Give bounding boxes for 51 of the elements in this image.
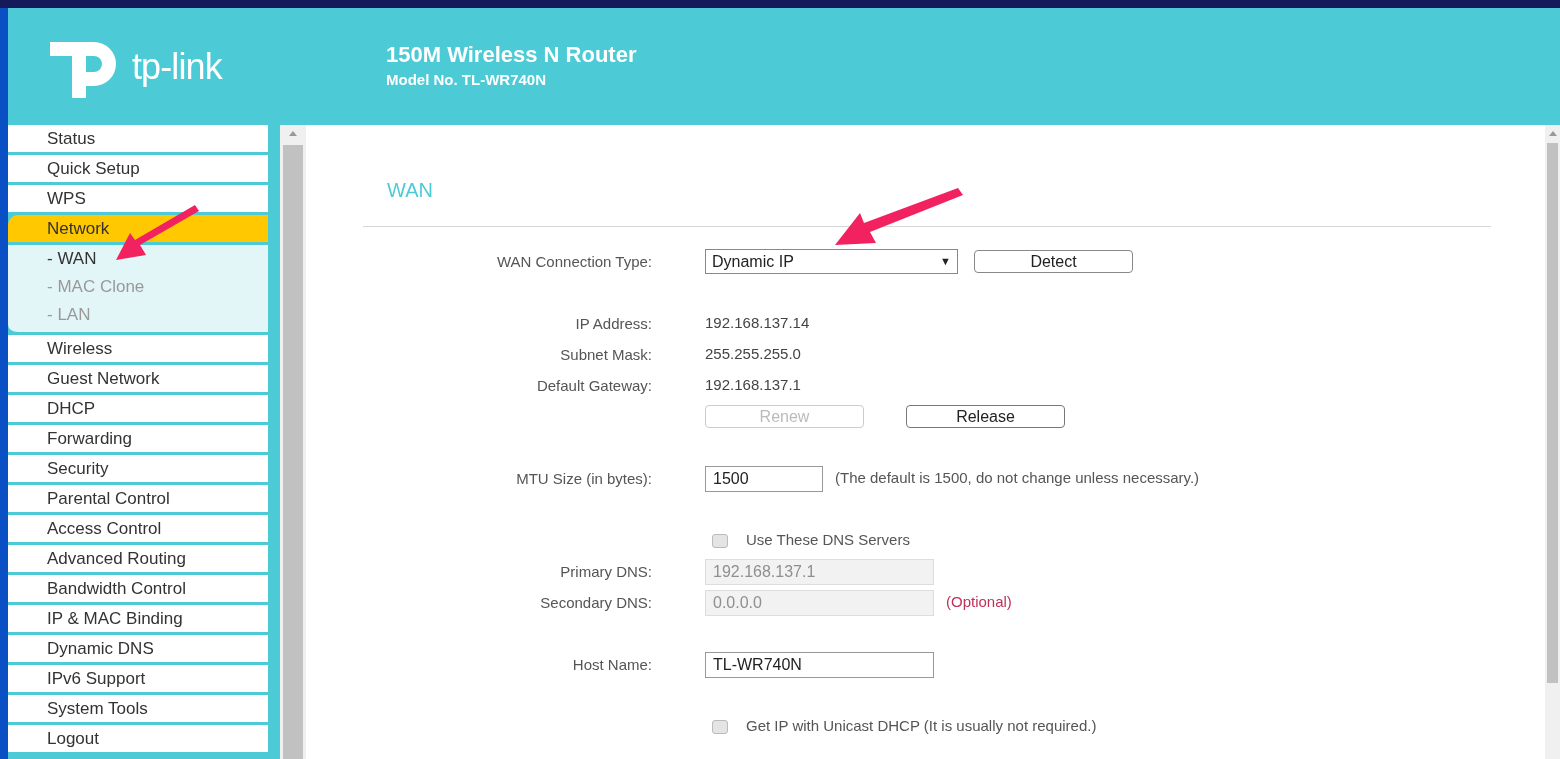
menu-item[interactable]: Parental Control bbox=[8, 485, 268, 515]
menu-item[interactable]: Network bbox=[8, 215, 268, 245]
checkbox[interactable] bbox=[712, 533, 728, 548]
connection-type-dropdown[interactable]: Dynamic IP ▼ bbox=[705, 249, 958, 274]
field-label: Default Gateway: bbox=[536, 376, 652, 394]
scroll-thumb[interactable] bbox=[283, 145, 303, 759]
menu-item[interactable]: WPS bbox=[8, 185, 268, 215]
menu-item[interactable]: Advanced Routing bbox=[8, 545, 268, 575]
menu-item[interactable]: Status bbox=[8, 125, 268, 155]
page-heading: WAN bbox=[387, 178, 433, 203]
router-title: 150M Wireless N Router bbox=[386, 41, 637, 70]
menu-item[interactable]: Quick Setup bbox=[8, 155, 268, 185]
field-label: Subnet Mask: bbox=[560, 345, 652, 363]
action-button[interactable]: Release bbox=[906, 405, 1065, 428]
checkbox[interactable] bbox=[712, 719, 728, 734]
menu-item[interactable]: Security bbox=[8, 455, 268, 485]
menu-item[interactable]: Dynamic DNS bbox=[8, 635, 268, 665]
menu-item[interactable]: Forwarding bbox=[8, 425, 268, 455]
menu-item[interactable]: Bandwidth Control bbox=[8, 575, 268, 605]
text-field[interactable]: 1500 bbox=[705, 465, 823, 492]
field-label: MTU Size (in bytes): bbox=[516, 469, 652, 487]
menu-item[interactable]: IPv6 Support bbox=[8, 665, 268, 695]
checkbox-label: Use These DNS Servers bbox=[746, 530, 910, 551]
field-value: 192.168.137.14 bbox=[705, 313, 810, 334]
scrollbar[interactable] bbox=[280, 125, 306, 759]
menu-item[interactable]: Guest Network bbox=[8, 365, 268, 395]
checkbox-label: Get IP with Unicast DHCP (It is usually not required.) bbox=[746, 716, 1097, 737]
field-label: IP Address: bbox=[575, 314, 652, 332]
field-label: Host Name: bbox=[572, 655, 652, 673]
menu-item[interactable]: Access Control bbox=[8, 515, 268, 545]
menu-item[interactable]: DHCP bbox=[8, 395, 268, 425]
field-label: WAN Connection Type: bbox=[496, 252, 652, 270]
hint-text: (The default is 1500, do not change unless necessary.) bbox=[835, 468, 1200, 489]
submenu-item[interactable]: - WAN bbox=[8, 245, 268, 273]
menu-item[interactable]: IP & MAC Binding bbox=[8, 605, 268, 635]
field-label: Primary DNS: bbox=[560, 562, 652, 580]
scroll-up-icon[interactable] bbox=[1547, 129, 1558, 137]
menu-item[interactable]: Logout bbox=[8, 725, 268, 755]
menu-item[interactable]: Wireless bbox=[8, 335, 268, 365]
scrollbar[interactable] bbox=[1545, 125, 1560, 759]
scroll-up-icon[interactable] bbox=[288, 129, 298, 137]
text-field[interactable]: TL-WR740N bbox=[705, 651, 934, 678]
field-label: Secondary DNS: bbox=[540, 593, 652, 611]
detect-button[interactable]: Detect bbox=[974, 250, 1133, 273]
logo-text: tp-link bbox=[132, 48, 222, 85]
optional-note: (Optional) bbox=[946, 592, 1012, 613]
field-value: 192.168.137.1 bbox=[705, 375, 801, 396]
scroll-thumb[interactable] bbox=[1547, 143, 1558, 683]
field-value: 255.255.255.0 bbox=[705, 344, 801, 365]
model-number: Model No. TL-WR740N bbox=[386, 70, 547, 91]
menu-item[interactable]: System Tools bbox=[8, 695, 268, 725]
